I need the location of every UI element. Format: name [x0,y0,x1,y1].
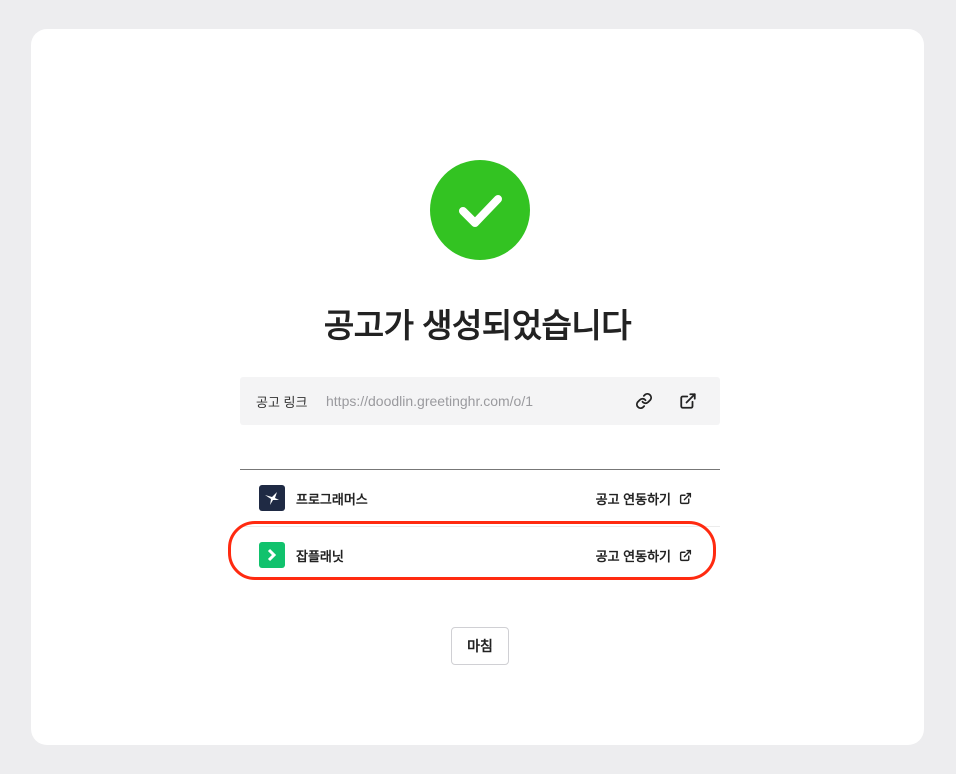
connect-programmers-link[interactable]: 공고 연동하기 [596,489,692,508]
platform-row-programmers: 프로그래머스 공고 연동하기 [240,470,720,527]
job-link-url[interactable]: https://doodlin.greetinghr.com/o/1 [326,393,632,409]
jobplanet-logo-icon [259,542,285,568]
platform-list: 프로그래머스 공고 연동하기 잡플래닛 공고 연동하기 [240,469,720,583]
page-title: 공고가 생성되었습니다 [323,307,632,344]
connect-jobplanet-link[interactable]: 공고 연동하기 [596,546,692,565]
external-link-icon [679,549,692,562]
programmers-logo-icon [259,485,285,511]
copy-link-icon[interactable] [632,389,656,413]
success-check-icon [430,160,530,260]
platform-row-jobplanet: 잡플래닛 공고 연동하기 [240,527,720,583]
job-link-label: 공고 링크 [256,394,308,410]
external-link-icon [679,492,692,505]
platform-name: 프로그래머스 [296,491,368,507]
open-link-external-icon[interactable] [676,389,700,413]
job-link-box: 공고 링크 https://doodlin.greetinghr.com/o/1 [240,377,720,425]
platform-name: 잡플래닛 [296,548,344,564]
job-created-dialog: 공고가 생성되었습니다 공고 링크 https://doodlin.greeti… [31,29,924,745]
connect-link-label: 공고 연동하기 [595,548,671,564]
connect-link-label: 공고 연동하기 [595,491,671,507]
done-button[interactable]: 마침 [451,627,509,665]
